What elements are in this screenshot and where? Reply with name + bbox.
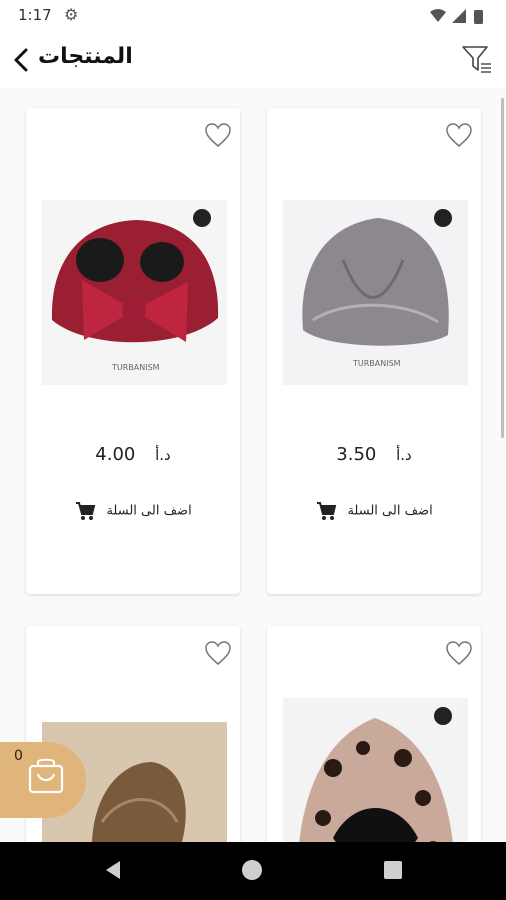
app-header: المنتجات xyxy=(0,32,506,88)
product-currency: د.أ xyxy=(155,446,171,464)
floating-cart-button[interactable]: 0 xyxy=(0,742,86,818)
product-card[interactable]: TURBANISM 3.50 د.أ اضف الى السلة xyxy=(267,108,481,594)
status-time: 1:17 xyxy=(18,6,52,24)
back-chevron-icon[interactable] xyxy=(8,46,36,74)
favorite-heart-icon[interactable] xyxy=(204,122,232,148)
signal-icon xyxy=(452,9,466,23)
android-nav-bar xyxy=(0,842,506,900)
settings-icon: ⚙ xyxy=(64,5,79,24)
svg-text:TURBANISM: TURBANISM xyxy=(352,359,401,368)
add-to-cart-label: اضف الى السلة xyxy=(347,503,433,519)
add-to-cart-button[interactable]: اضف الى السلة xyxy=(26,500,240,522)
svg-text:TURBANISM: TURBANISM xyxy=(111,363,160,372)
scrollbar[interactable] xyxy=(501,98,504,438)
product-image[interactable]: TURBANISM xyxy=(42,200,227,385)
product-price: 3.50 xyxy=(336,444,377,465)
wifi-icon xyxy=(430,9,446,22)
status-icons xyxy=(430,9,483,24)
add-to-cart-label: اضف الى السلة xyxy=(106,503,192,519)
battery-icon xyxy=(474,10,483,24)
product-card[interactable] xyxy=(267,626,481,842)
product-price: 4.00 xyxy=(95,444,136,465)
nav-recents-icon[interactable] xyxy=(384,861,402,879)
nav-home-icon[interactable] xyxy=(242,860,262,880)
shopping-bag-icon xyxy=(28,758,64,794)
page-title: المنتجات xyxy=(38,44,133,69)
filter-icon[interactable] xyxy=(460,42,494,76)
nav-back-icon[interactable] xyxy=(102,859,124,881)
product-card[interactable]: TURBANISM 4.00 د.أ اضف الى السلة xyxy=(26,108,240,594)
status-bar: 1:17 ⚙ xyxy=(0,0,506,32)
add-to-cart-button[interactable]: اضف الى السلة xyxy=(267,500,481,522)
favorite-heart-icon[interactable] xyxy=(445,122,473,148)
product-currency: د.أ xyxy=(396,446,412,464)
cart-icon xyxy=(76,502,96,520)
price-row: 4.00 د.أ xyxy=(26,444,240,465)
favorite-heart-icon[interactable] xyxy=(204,640,232,666)
favorite-heart-icon[interactable] xyxy=(445,640,473,666)
cart-icon xyxy=(317,502,337,520)
cart-count-badge: 0 xyxy=(14,748,23,764)
product-grid: TURBANISM 3.50 د.أ اضف الى السلة TURBANI… xyxy=(0,88,506,842)
product-image[interactable]: TURBANISM xyxy=(283,200,468,385)
price-row: 3.50 د.أ xyxy=(267,444,481,465)
product-image[interactable] xyxy=(283,698,468,842)
